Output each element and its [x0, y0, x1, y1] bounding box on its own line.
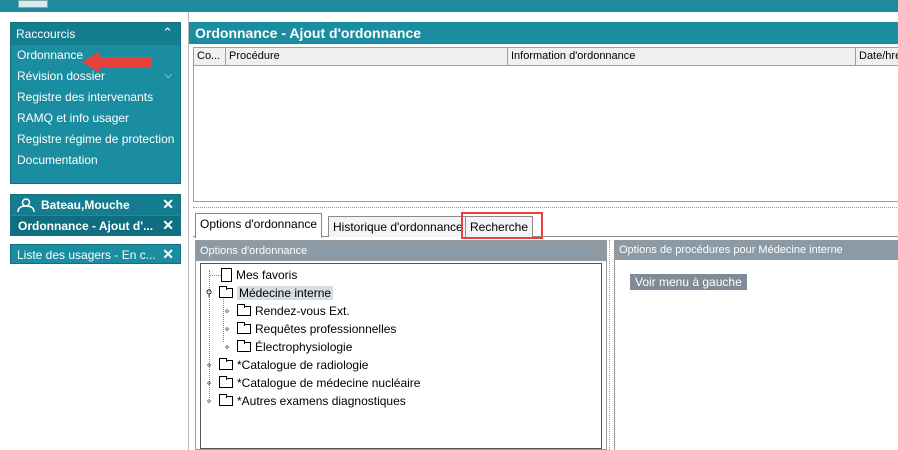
folder-icon [237, 304, 251, 316]
page-title: Ordonnance - Ajout d'ordonnance [189, 22, 898, 44]
expand-handle-icon[interactable]: ⚬ [203, 360, 215, 371]
close-icon[interactable]: ✕ [162, 217, 174, 234]
tree-item-label: Médecine interne [237, 286, 334, 300]
main-area: Ordonnance - Ajout d'ordonnance Co... Pr… [188, 12, 898, 450]
highlight-box-annotation [461, 212, 543, 239]
column-header-date[interactable]: Date/hre [856, 48, 898, 66]
tree-guide [209, 275, 221, 276]
document-icon [221, 268, 232, 282]
shortcuts-panel: Raccourcis ⌃ Ordonnance Révision dossier… [10, 22, 181, 184]
column-header-procedure[interactable]: Procédure [226, 48, 508, 66]
expand-handle-icon[interactable]: ⚬ [221, 306, 233, 317]
tree-item-favoris[interactable]: Mes favoris [221, 267, 297, 283]
shortcut-registre-regime[interactable]: Registre régime de protection [17, 132, 174, 146]
user-list-label: Liste des usagers - En c... [17, 248, 156, 262]
folder-icon [237, 340, 251, 352]
expand-handle-icon[interactable]: ⚬ [221, 342, 233, 353]
folder-icon [219, 358, 233, 370]
close-icon[interactable]: ✕ [162, 246, 174, 263]
procedure-options-title: Options de procédures pour Médecine inte… [615, 240, 898, 260]
top-banner [0, 0, 898, 12]
procedure-options-panel: Options de procédures pour Médecine inte… [614, 240, 898, 450]
chevron-down-icon[interactable]: ⌵ [164, 70, 172, 81]
user-icon [17, 198, 35, 212]
tree-item-electrophysiologie[interactable]: ⚬ Électrophysiologie [221, 339, 352, 355]
tree-item-label: Requêtes professionnelles [255, 322, 397, 336]
shortcut-documentation[interactable]: Documentation [17, 153, 98, 167]
folder-icon [237, 322, 251, 334]
tree-item-radiologie[interactable]: ⚬ *Catalogue de radiologie [203, 357, 368, 373]
tree-item-autres-examens[interactable]: ⚬ *Autres examens diagnostiques [203, 393, 406, 409]
folder-icon [219, 376, 233, 388]
patient-name: Bateau,Mouche [41, 198, 130, 212]
expand-handle-icon[interactable]: ⚬ [203, 378, 215, 389]
tree-item-requetes[interactable]: ⚬ Requêtes professionnelles [221, 321, 396, 337]
tree-item-medecine-interne[interactable]: ⚲ Médecine interne [203, 285, 334, 301]
patient-header[interactable]: Bateau,Mouche ✕ [11, 195, 180, 215]
panel-splitter[interactable] [609, 240, 613, 450]
tree-item-medecine-nucleaire[interactable]: ⚬ *Catalogue de médecine nucléaire [203, 375, 420, 391]
order-options-tree: Mes favoris ⚲ Médecine interne ⚬ Rendez-… [200, 263, 602, 449]
column-header-co[interactable]: Co... [194, 48, 226, 66]
user-list-tab[interactable]: Liste des usagers - En c... ✕ [10, 244, 181, 264]
tree-item-label: *Catalogue de radiologie [237, 358, 369, 372]
collapse-handle-icon[interactable]: ⚲ [203, 288, 215, 299]
left-sidebar: Raccourcis ⌃ Ordonnance Révision dossier… [0, 12, 188, 450]
patient-card: Bateau,Mouche ✕ Ordonnance - Ajout d'...… [10, 194, 181, 236]
patient-context-label: Ordonnance - Ajout d'... [18, 219, 154, 233]
splitter[interactable] [193, 202, 898, 208]
order-options-panel: Options d'ordonnance Mes favoris ⚲ Médec… [195, 240, 607, 450]
tree-item-rendez-vous[interactable]: ⚬ Rendez-vous Ext. [221, 303, 350, 319]
order-options-title: Options d'ordonnance [196, 241, 606, 261]
tree-item-label: Mes favoris [236, 268, 298, 282]
folder-icon [219, 286, 233, 298]
close-icon[interactable]: ✕ [162, 196, 174, 213]
shortcut-ramq[interactable]: RAMQ et info usager [17, 111, 129, 125]
tree-item-label: Électrophysiologie [255, 340, 353, 354]
red-arrow-annotation [82, 51, 152, 73]
tree-item-label: *Autres examens diagnostiques [237, 394, 406, 408]
tree-item-label: *Catalogue de médecine nucléaire [237, 376, 421, 390]
tab-historique[interactable]: Historique d'ordonnance [328, 216, 468, 237]
expand-handle-icon[interactable]: ⚬ [221, 324, 233, 335]
patient-context-row[interactable]: Ordonnance - Ajout d'... ✕ [11, 216, 180, 236]
shortcut-registre-intervenants[interactable]: Registre des intervenants [17, 90, 153, 104]
orders-table: Co... Procédure Information d'ordonnance… [193, 47, 898, 202]
shortcuts-title: Raccourcis [16, 27, 76, 41]
app-logo [18, 0, 48, 8]
folder-icon [219, 394, 233, 406]
shortcuts-header[interactable]: Raccourcis ⌃ [11, 23, 180, 45]
see-left-menu-label: Voir menu à gauche [630, 274, 747, 290]
tab-options-ordonnance[interactable]: Options d'ordonnance [195, 213, 323, 238]
tree-item-label: Rendez-vous Ext. [255, 304, 350, 318]
column-header-information[interactable]: Information d'ordonnance [508, 48, 856, 66]
expand-handle-icon[interactable]: ⚬ [203, 396, 215, 407]
collapse-up-icon[interactable]: ⌃ [162, 25, 173, 41]
shortcut-ordonnance[interactable]: Ordonnance [17, 48, 83, 62]
tab-bar: Options d'ordonnance Historique d'ordonn… [193, 212, 898, 239]
